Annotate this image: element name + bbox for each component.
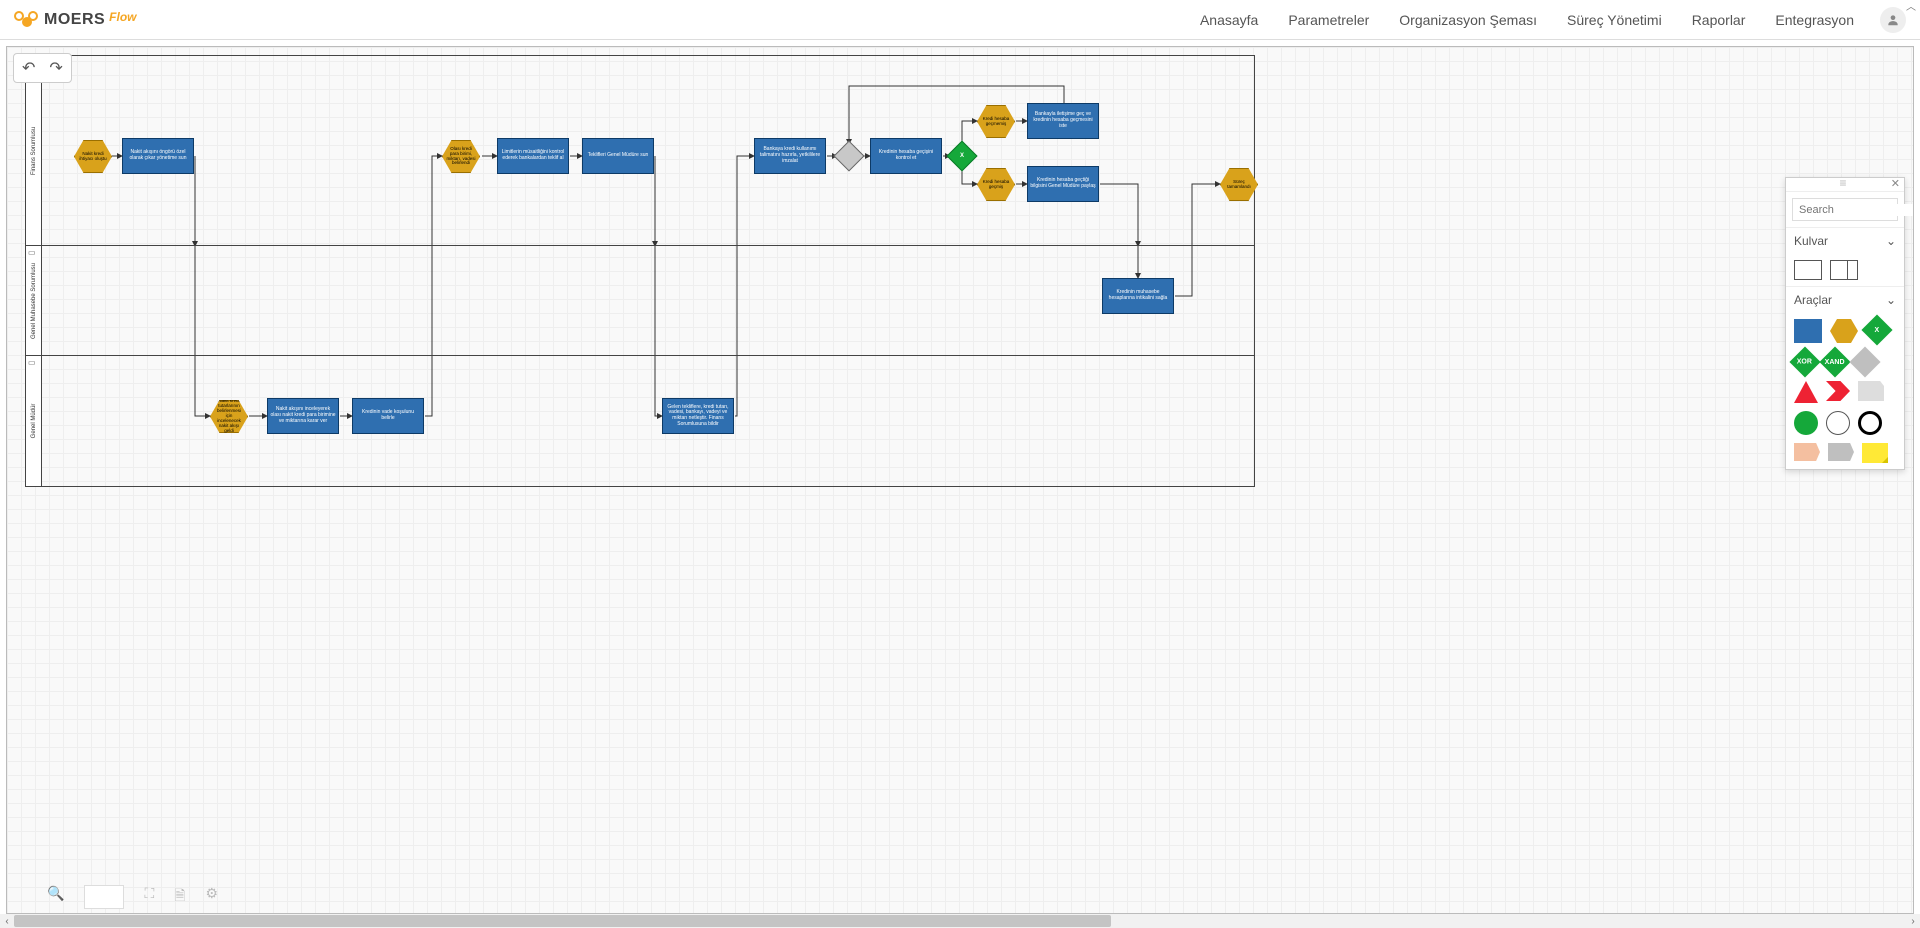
shape-start[interactable] [1794,411,1818,435]
page-icon[interactable]: 🗎 [174,885,185,909]
lane-body-gm: Nakit kredi tutarlarının belirlenmesi iç… [42,356,1254,486]
lane-body-accounting: Kredinin muhasebe hesaplarına intikalini… [42,246,1254,355]
shape-palette[interactable]: ✕ Kulvar ⌄ Araçlar ⌄ X XOR XAND [1785,177,1905,470]
nav-integration[interactable]: Entegrasyon [1775,12,1854,28]
lane-header-accounting[interactable]: ▭ Genel Muhasebe Sorumlusu [26,246,42,355]
palette-close-icon[interactable]: ✕ [1891,177,1900,190]
task-get-offers[interactable]: Limitlerin müsaitliğini kontrol ederek b… [497,138,569,174]
task-decide-amount[interactable]: Nakit akışını inceleyerek olası nakit kr… [267,398,339,434]
shape-pool[interactable] [1794,260,1822,280]
shape-gateway-x[interactable]: X [1861,314,1892,345]
fit-icon[interactable]: ⛶ [144,885,154,909]
lane-accounting[interactable]: ▭ Genel Muhasebe Sorumlusu Kredinin muha… [26,246,1254,356]
task-prepare-order[interactable]: Bankaya kredi kullanımı talimatını hazır… [754,138,826,174]
lane-gm[interactable]: ▭ Genel Müdür Nakit kredi tutarlarının b… [26,356,1254,486]
shape-event[interactable] [1830,319,1858,343]
shape-arrow[interactable] [1826,381,1850,401]
zoom-input[interactable] [84,885,124,909]
palette-section-tools[interactable]: Araçlar ⌄ [1786,286,1904,313]
tool-shapes: X XOR XAND [1786,313,1904,469]
logo-icon [14,11,38,29]
scroll-left-button[interactable]: ‹ [0,914,14,928]
nav-reports[interactable]: Raporlar [1692,12,1746,28]
task-finalize-offer[interactable]: Gelen tekliflere, kredi tutarı, vadesi, … [662,398,734,434]
lane-title: Genel Müdür [31,404,37,439]
task-present-offers[interactable]: Teklifleri Genel Müdüre sun [582,138,654,174]
scroll-right-button[interactable]: › [1906,914,1920,928]
lane-collapse-icon[interactable]: ▭ [28,248,36,257]
shape-end[interactable] [1858,411,1882,435]
shape-tag[interactable] [1794,443,1820,461]
task-forecast[interactable]: Nakit akışını öngörü özel olarak çıkar y… [122,138,194,174]
app-logo[interactable]: MOERS Flow [14,11,137,29]
shape-gateway-xand[interactable]: XAND [1819,346,1850,377]
undo-redo-toolbar: ↶ ↷ [13,53,72,83]
lane-title: Finans Sorumlusu [31,126,37,174]
lane-title: Genel Muhasebe Sorumlusu [31,262,37,338]
undo-button[interactable]: ↶ [22,58,35,78]
lane-finance[interactable]: Finans Sorumlusu [26,56,1254,246]
shape-note[interactable] [1858,381,1884,401]
diagram-canvas[interactable]: ↶ ↷ Finans Sorumlusu [6,46,1914,914]
bottom-toolbar-hint: 🔍 ⛶ 🗎 ⚙ [47,885,218,909]
shape-intermediate[interactable] [1826,411,1850,435]
person-icon [1886,13,1900,27]
shape-triangle[interactable] [1794,381,1818,403]
scroll-thumb[interactable] [14,915,1111,927]
lane-header-gm[interactable]: ▭ Genel Müdür [26,356,42,486]
shape-sticky[interactable] [1862,443,1888,463]
chevron-down-icon: ⌄ [1886,293,1896,307]
task-accounting-record[interactable]: Kredinin muhasebe hesaplarına intikalini… [1102,278,1174,314]
shape-tag-gray[interactable] [1828,443,1854,461]
scroll-track[interactable] [14,914,1906,928]
zoom-icon[interactable]: 🔍 [47,885,64,909]
top-bar: MOERS Flow Anasayfa Parametreler Organiz… [0,0,1920,40]
shape-gateway-plain[interactable] [1849,346,1880,377]
lane-shapes [1786,254,1904,286]
collapse-top-icon[interactable]: ︿ [1906,0,1916,13]
user-avatar[interactable] [1880,7,1906,33]
brand-name: MOERS [44,11,105,29]
task-contact-bank[interactable]: Bankayla iletişime geç ve kredinin hesab… [1027,103,1099,139]
nav-process[interactable]: Süreç Yönetimi [1567,12,1662,28]
nav-org[interactable]: Organizasyon Şeması [1399,12,1537,28]
task-decide-term[interactable]: Kredinin vade koşulunu belirle [352,398,424,434]
lane-body-finance: Nakit kredi ihtiyacı oluştu Nakit akışın… [42,56,1254,245]
shape-gateway-xor[interactable]: XOR [1789,346,1820,377]
palette-drag-handle[interactable]: ✕ [1786,178,1904,192]
lane-collapse-icon[interactable]: ▭ [28,358,36,367]
lane2-edges [42,246,1254,355]
nav-params[interactable]: Parametreler [1288,12,1369,28]
task-inform-gm[interactable]: Kredinin hesaba geçtiği bilgisini Genel … [1027,166,1099,202]
main-nav: Anasayfa Parametreler Organizasyon Şemas… [1200,12,1854,28]
product-name: Flow [109,10,136,24]
task-check-account[interactable]: Kredinin hesaba geçişini kontrol et [870,138,942,174]
bpmn-pool[interactable]: Finans Sorumlusu [25,55,1255,487]
nav-home[interactable]: Anasayfa [1200,12,1258,28]
palette-search [1792,198,1898,221]
settings-icon[interactable]: ⚙ [206,885,219,909]
palette-section-lane[interactable]: Kulvar ⌄ [1786,227,1904,254]
chevron-down-icon: ⌄ [1886,234,1896,248]
horizontal-scrollbar[interactable]: ‹ › [0,914,1920,928]
redo-button[interactable]: ↷ [49,58,62,78]
shape-task[interactable] [1794,319,1822,343]
palette-search-input[interactable] [1799,204,1914,216]
lane-header-finance[interactable]: Finans Sorumlusu [26,56,42,245]
shape-lane[interactable] [1830,260,1858,280]
